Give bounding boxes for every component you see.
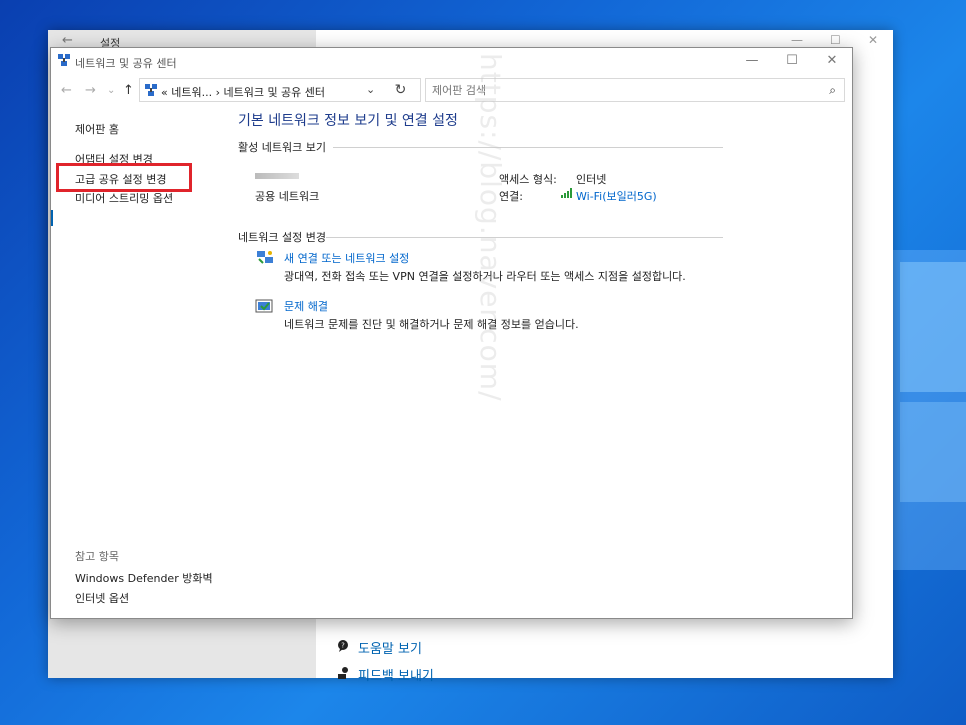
- address-bar[interactable]: « 네트워... › 네트워크 및 공유 센터 ⌄ ↻: [139, 78, 421, 102]
- access-type-label: 액세스 형식:: [499, 173, 557, 186]
- see-also-internet-options-link[interactable]: 인터넷 옵션: [75, 590, 129, 606]
- forward-icon[interactable]: →: [85, 83, 96, 98]
- up-icon[interactable]: ↑: [123, 83, 134, 98]
- back-arrow-icon[interactable]: ←: [62, 33, 73, 48]
- divider: [333, 147, 723, 148]
- divider: [326, 237, 723, 238]
- help-bubble-icon: ?: [338, 640, 348, 652]
- page-title: 기본 네트워크 정보 보기 및 연결 설정: [238, 113, 458, 129]
- feedback-icon: [338, 667, 348, 679]
- search-icon[interactable]: ⌕: [829, 83, 836, 98]
- change-settings-label: 네트워크 설정 변경: [238, 231, 326, 244]
- back-icon[interactable]: ←: [61, 83, 72, 98]
- sidebar-item-media-streaming[interactable]: 미디어 스트리밍 옵션: [75, 190, 173, 206]
- troubleshoot-icon: [255, 299, 273, 313]
- navigation-bar: ← → ⌄ ↑ « 네트워... › 네트워크 및 공유 센터 ⌄ ↻ ⌕: [51, 78, 852, 104]
- troubleshoot-link[interactable]: 문제 해결: [284, 298, 328, 314]
- wifi-signal-icon: [561, 188, 572, 198]
- help-link[interactable]: 도움말 보기: [358, 638, 422, 657]
- new-connection-link[interactable]: 새 연결 또는 네트워크 설정: [284, 250, 409, 266]
- close-icon[interactable]: ✕: [868, 33, 878, 47]
- network-type: 공용 네트워크: [255, 190, 320, 203]
- watermark: https://blog.naver.com/: [474, 53, 507, 402]
- active-networks-label: 활성 네트워크 보기: [238, 141, 326, 154]
- sidebar-accent: [51, 210, 53, 226]
- breadcrumb[interactable]: « 네트워... › 네트워크 및 공유 센터: [161, 84, 325, 100]
- highlight-annotation-box: [56, 163, 192, 192]
- chevron-down-icon[interactable]: ⌄: [366, 83, 375, 96]
- feedback-link[interactable]: 피드백 보내기: [358, 665, 434, 684]
- see-also-firewall-link[interactable]: Windows Defender 방화벽: [75, 570, 213, 586]
- minimize-button[interactable]: —: [737, 53, 767, 68]
- new-connection-icon: [257, 251, 273, 264]
- refresh-button[interactable]: ↻: [380, 79, 420, 101]
- window-title: 네트워크 및 공유 센터: [75, 57, 177, 70]
- troubleshoot-description: 네트워크 문제를 진단 및 해결하거나 문제 해결 정보를 얻습니다.: [284, 318, 579, 331]
- network-icon: [58, 54, 70, 66]
- close-button[interactable]: ✕: [817, 53, 847, 68]
- titlebar: 네트워크 및 공유 센터 — ☐ ✕: [51, 48, 852, 74]
- desktop-logo-pane: [900, 262, 966, 392]
- access-type-value: 인터넷: [576, 173, 607, 186]
- svg-text:?: ?: [341, 642, 345, 650]
- control-panel-home-link[interactable]: 제어판 홈: [75, 121, 119, 137]
- maximize-button[interactable]: ☐: [777, 53, 807, 68]
- see-also-header: 참고 항목: [75, 550, 119, 563]
- recent-locations-icon[interactable]: ⌄: [107, 85, 115, 96]
- maximize-icon[interactable]: ☐: [830, 33, 841, 47]
- network-sharing-center-window: 네트워크 및 공유 센터 — ☐ ✕ ← → ⌄ ↑ « 네트워... › 네트…: [50, 47, 853, 619]
- desktop-logo-pane: [900, 402, 966, 502]
- network-name-redacted: [255, 173, 299, 179]
- wifi-connection-link[interactable]: Wi-Fi(보일러5G): [576, 188, 657, 204]
- network-icon: [145, 84, 157, 96]
- minimize-icon[interactable]: —: [791, 33, 803, 47]
